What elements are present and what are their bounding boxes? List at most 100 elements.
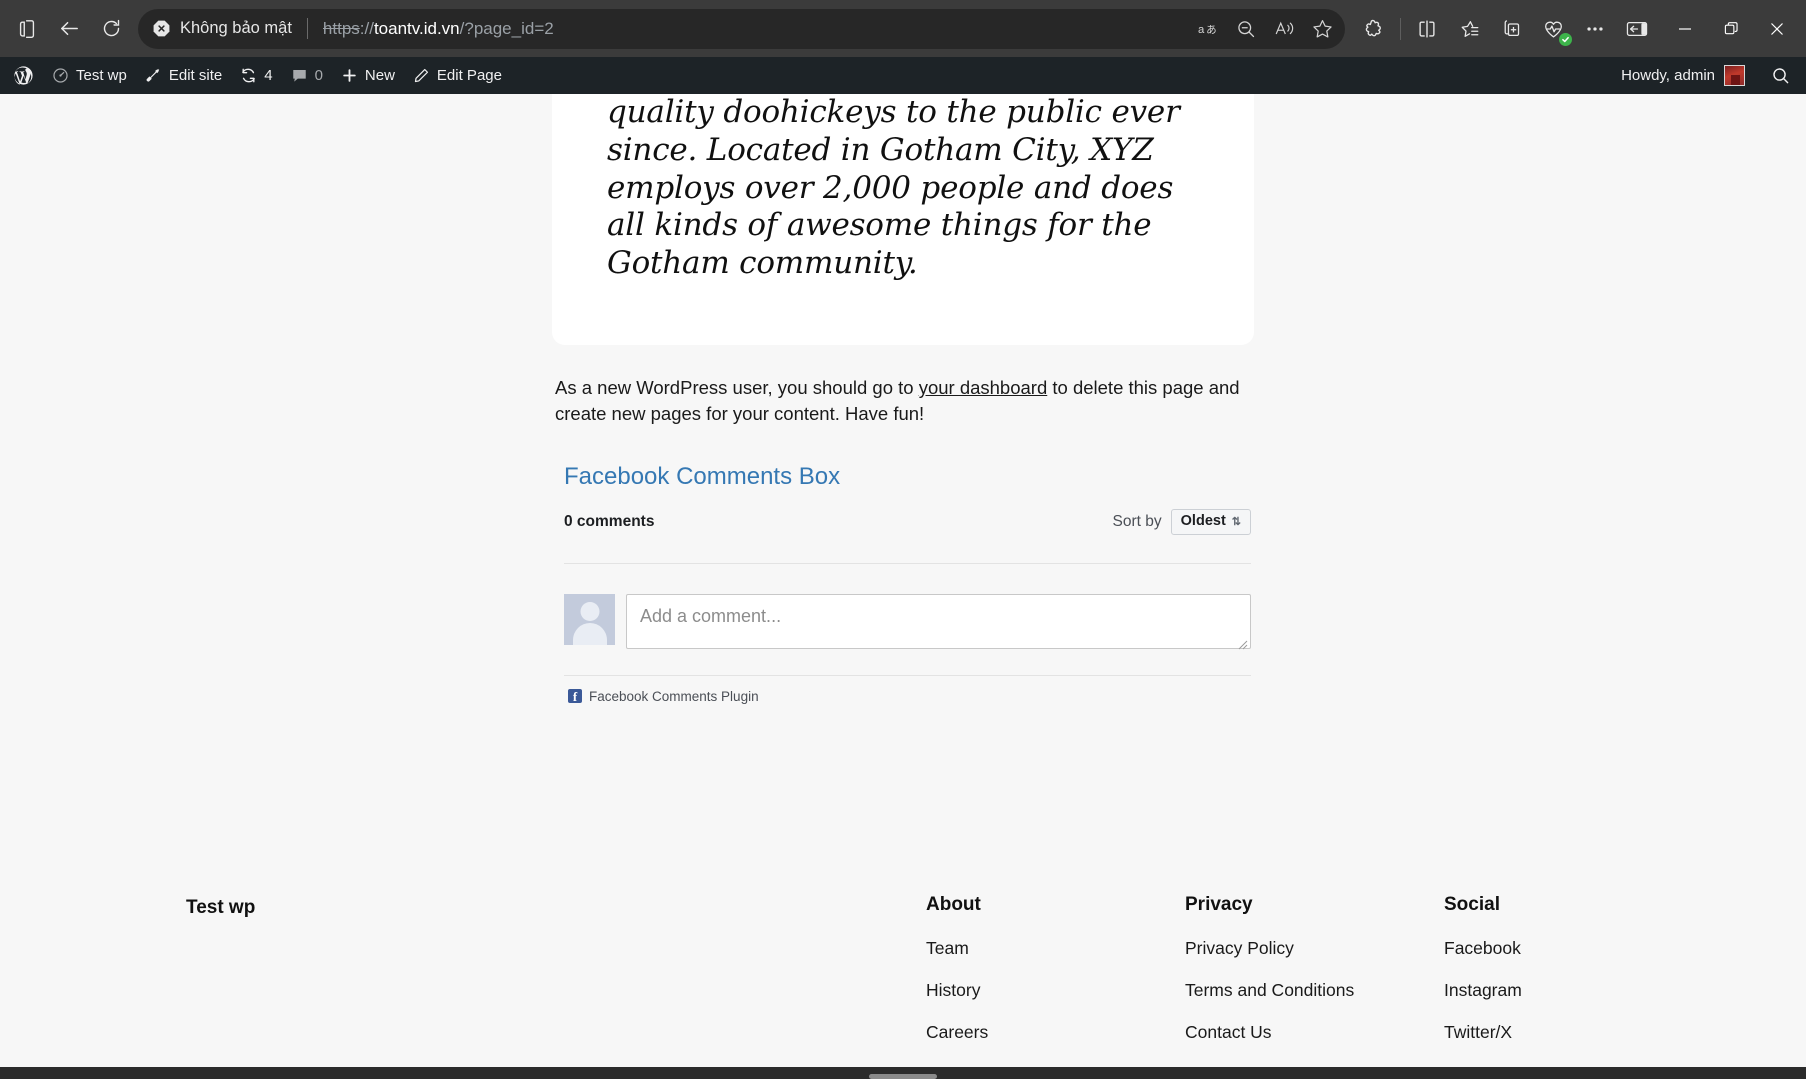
adminbar-updates-count: 4 (264, 68, 272, 83)
intro-paragraph: As a new WordPress user, you should go t… (555, 375, 1251, 428)
adminbar-edit-page-label: Edit Page (437, 68, 502, 83)
browser-essentials-icon[interactable] (1532, 8, 1574, 50)
quote-card: quality doohickeys to the public ever si… (552, 94, 1254, 345)
footer-brand: Test wp (186, 894, 926, 919)
footer-link-history[interactable]: History (926, 980, 1185, 1001)
reload-icon[interactable] (90, 8, 132, 50)
adminbar-edit-site-label: Edit site (169, 68, 222, 83)
footer-link-terms[interactable]: Terms and Conditions (1185, 980, 1444, 1001)
adminbar-right-group: Howdy, admin (1615, 65, 1806, 86)
comments-count: 0 comments (564, 513, 654, 531)
resize-handle-icon[interactable] (1235, 634, 1248, 647)
wordpress-admin-bar: Test wp Edit site 4 0 (0, 57, 1806, 94)
sidebar-toggle-icon[interactable] (1616, 8, 1658, 50)
sort-arrows-icon: ⇅ (1232, 516, 1241, 528)
footer-column-title: Privacy (1185, 894, 1444, 916)
address-bar-actions: a あ (1189, 12, 1341, 46)
adminbar-howdy-menu[interactable]: Howdy, admin (1615, 65, 1751, 86)
restore-icon[interactable] (1708, 6, 1754, 52)
toolbar-actions (1353, 8, 1658, 50)
facebook-plugin-credit[interactable]: f Facebook Comments Plugin (564, 689, 1251, 704)
footer-link-instagram[interactable]: Instagram (1444, 980, 1522, 1001)
svg-text:あ: あ (1206, 24, 1217, 36)
site-footer: Test wp About Team History Careers Priva… (0, 894, 1806, 1064)
comments-divider-top (564, 563, 1251, 564)
adminbar-comments-count: 0 (315, 68, 323, 83)
footer-column-social: Social Facebook Instagram Twitter/X (1444, 894, 1522, 1064)
url-separator: :// (360, 19, 374, 38)
content-column: quality doohickeys to the public ever si… (555, 94, 1251, 704)
sort-dropdown[interactable]: Oldest ⇅ (1171, 509, 1251, 535)
url-host: toantv.id.vn (374, 19, 460, 38)
footer-link-contact[interactable]: Contact Us (1185, 1022, 1444, 1043)
adminbar-item-updates[interactable]: 4 (231, 57, 281, 94)
comments-divider-bottom (564, 675, 1251, 676)
footer-link-facebook[interactable]: Facebook (1444, 938, 1522, 959)
page-viewport: quality doohickeys to the public ever si… (0, 94, 1806, 1079)
address-divider (307, 18, 308, 39)
adminbar-item-comments[interactable]: 0 (282, 57, 332, 94)
footer-columns: About Team History Careers Privacy Priva… (926, 894, 1620, 1064)
intro-text-before: As a new WordPress user, you should go t… (555, 377, 919, 398)
sort-control: Sort by Oldest ⇅ (1113, 509, 1251, 535)
window-controls (1662, 6, 1800, 52)
svg-text:a: a (1198, 24, 1205, 36)
facebook-plugin-label: Facebook Comments Plugin (589, 689, 759, 704)
tab-manager-icon[interactable] (6, 8, 48, 50)
footer-link-twitter[interactable]: Twitter/X (1444, 1022, 1522, 1043)
avatar (1724, 65, 1745, 86)
comment-placeholder: Add a comment... (640, 606, 781, 626)
comment-input[interactable]: Add a comment... (626, 594, 1251, 649)
wordpress-logo (13, 65, 34, 86)
sort-by-label: Sort by (1113, 513, 1162, 531)
url-text[interactable]: https://toantv.id.vn/?page_id=2 (323, 19, 1189, 39)
facebook-comments-heading[interactable]: Facebook Comments Box (555, 463, 1251, 491)
wordpress-logo-menu[interactable] (4, 57, 43, 94)
adminbar-item-edit-page[interactable]: Edit Page (404, 57, 511, 94)
adminbar-item-edit-site[interactable]: Edit site (136, 57, 231, 94)
minimize-icon[interactable] (1662, 6, 1708, 52)
footer-link-privacy-policy[interactable]: Privacy Policy (1185, 938, 1444, 959)
back-arrow-icon[interactable] (48, 8, 90, 50)
toolbar-divider (1400, 18, 1401, 40)
os-taskbar[interactable] (0, 1067, 1806, 1079)
dashboard-icon (52, 67, 69, 84)
adminbar-site-name-label: Test wp (76, 68, 127, 83)
hammer-icon (145, 67, 162, 84)
address-bar[interactable]: Không bảo mật https://toantv.id.vn/?page… (138, 9, 1345, 49)
footer-column-about: About Team History Careers (926, 894, 1185, 1064)
comment-composer: Add a comment... (564, 594, 1251, 649)
collections-icon[interactable] (1490, 8, 1532, 50)
quote-text: quality doohickeys to the public ever si… (607, 94, 1199, 283)
comment-bubble-icon (291, 67, 308, 84)
close-icon[interactable] (1754, 6, 1800, 52)
url-path: /?page_id=2 (460, 19, 554, 38)
footer-link-team[interactable]: Team (926, 938, 1185, 959)
copilot-icon[interactable] (1353, 8, 1395, 50)
footer-column-title: Social (1444, 894, 1522, 916)
add-favorite-icon[interactable] (1303, 12, 1341, 46)
url-scheme: https (323, 19, 360, 38)
adminbar-item-new[interactable]: New (332, 57, 404, 94)
facebook-comments-box: 0 comments Sort by Oldest ⇅ Add a commen… (555, 507, 1251, 704)
settings-more-icon[interactable] (1574, 8, 1616, 50)
translate-icon[interactable]: a あ (1189, 12, 1227, 46)
security-status-text: Không bảo mật (180, 19, 292, 38)
essentials-check-badge (1559, 33, 1572, 46)
pencil-icon (413, 67, 430, 84)
dashboard-link[interactable]: your dashboard (919, 377, 1048, 398)
browser-toolbar: Không bảo mật https://toantv.id.vn/?page… (0, 0, 1806, 57)
split-screen-icon[interactable] (1406, 8, 1448, 50)
favorites-icon[interactable] (1448, 8, 1490, 50)
default-avatar (564, 594, 615, 645)
zoom-out-icon[interactable] (1227, 12, 1265, 46)
not-secure-icon[interactable] (152, 19, 171, 38)
adminbar-search-button[interactable] (1761, 66, 1800, 85)
adminbar-new-label: New (365, 68, 395, 83)
footer-link-careers[interactable]: Careers (926, 1022, 1185, 1043)
sort-dropdown-value: Oldest (1181, 514, 1226, 530)
plus-icon (341, 67, 358, 84)
read-aloud-icon[interactable] (1265, 12, 1303, 46)
footer-column-title: About (926, 894, 1185, 916)
adminbar-item-site-name[interactable]: Test wp (43, 57, 136, 94)
